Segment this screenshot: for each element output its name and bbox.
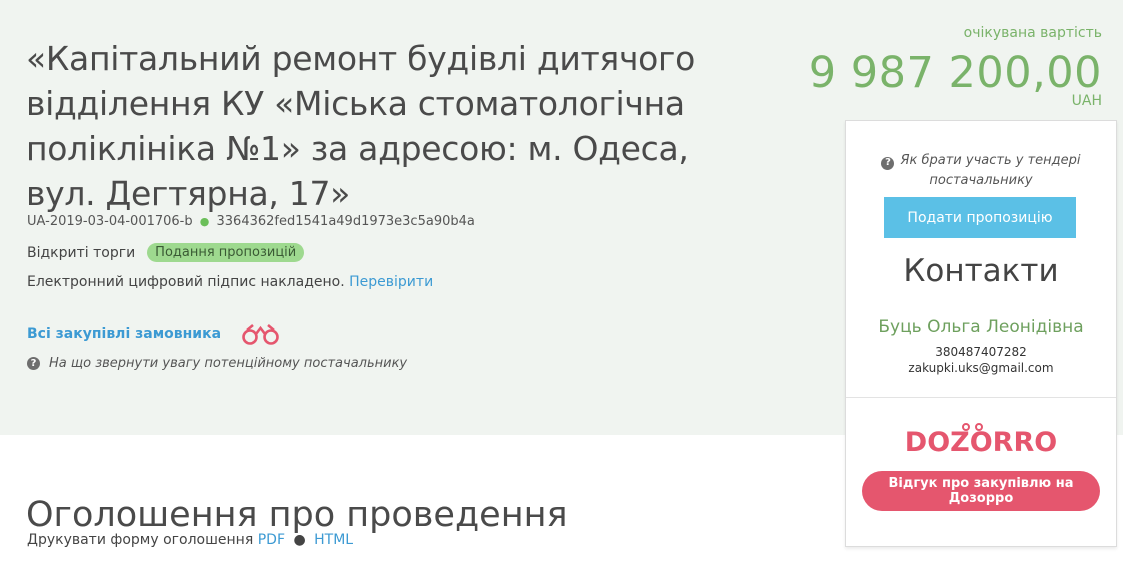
question-circle-icon: ?: [881, 156, 895, 170]
binoculars-icon[interactable]: [239, 322, 283, 346]
contact-email: zakupki.uks@gmail.com: [908, 361, 1054, 375]
svg-text:DOZORRO: DOZORRO: [905, 427, 1057, 457]
expected-value-amount: 9 987 200,00: [808, 48, 1102, 98]
dozorro-feedback-button[interactable]: Відгук про закупівлю на Дозорро: [862, 471, 1100, 511]
announcement-title: Оголошення про проведення: [26, 495, 568, 536]
signature-row: Електронний цифровий підпис накладено. П…: [27, 274, 433, 290]
status-badge: Подання пропозицій: [147, 243, 305, 262]
submit-proposal-button[interactable]: Подати пропозицію: [884, 197, 1076, 238]
attention-hint[interactable]: ? На що звернути увагу потенційному пост…: [27, 356, 407, 371]
attention-text: На що звернути увагу потенційному постач…: [49, 356, 408, 371]
dozorro-logo: DOZORRO: [905, 423, 1057, 457]
how-to-text: Як брати участь у тендері постачальнику: [900, 153, 1081, 188]
contact-phone: 380487407282: [935, 345, 1027, 359]
procedure-type: Відкриті торги: [27, 244, 136, 261]
divider: [846, 397, 1116, 398]
print-label: Друкувати форму оголошення: [27, 532, 254, 548]
tender-title: «Капітальний ремонт будівлі дитячого від…: [26, 39, 695, 214]
question-circle-icon: ?: [27, 357, 40, 370]
tender-identifier: UA-2019-03-04-001706-b ● 3364362fed1541a…: [27, 214, 475, 229]
contact-name: Буць Ольга Леонідівна: [878, 317, 1084, 337]
all-purchases-row: Всі закупівлі замовника: [27, 322, 283, 346]
all-purchases-link[interactable]: Всі закупівлі замовника: [27, 326, 221, 342]
tender-hash: 3364362fed1541a49d1973e3c5a90b4a: [216, 214, 475, 229]
how-to-participate-link[interactable]: ? Як брати участь у тендері постачальнику: [866, 151, 1096, 191]
procedure-row: Відкриті торги Подання пропозицій: [27, 243, 305, 262]
link-separator: ●: [293, 532, 306, 548]
print-html-link[interactable]: HTML: [314, 532, 353, 548]
contacts-title: Контакти: [903, 253, 1059, 289]
tender-id: UA-2019-03-04-001706-b: [27, 214, 193, 229]
print-pdf-link[interactable]: PDF: [258, 532, 285, 548]
verify-signature-link[interactable]: Перевірити: [349, 274, 433, 290]
print-form-row: Друкувати форму оголошення PDF ● HTML: [27, 532, 353, 548]
signature-text: Електронний цифровий підпис накладено.: [27, 274, 345, 290]
expected-value-currency: UAH: [1071, 93, 1102, 109]
expected-value-label: очікувана вартість: [963, 25, 1102, 41]
green-dot-icon: ●: [199, 215, 210, 228]
side-panel: ? Як брати участь у тендері постачальнику…: [845, 120, 1117, 547]
